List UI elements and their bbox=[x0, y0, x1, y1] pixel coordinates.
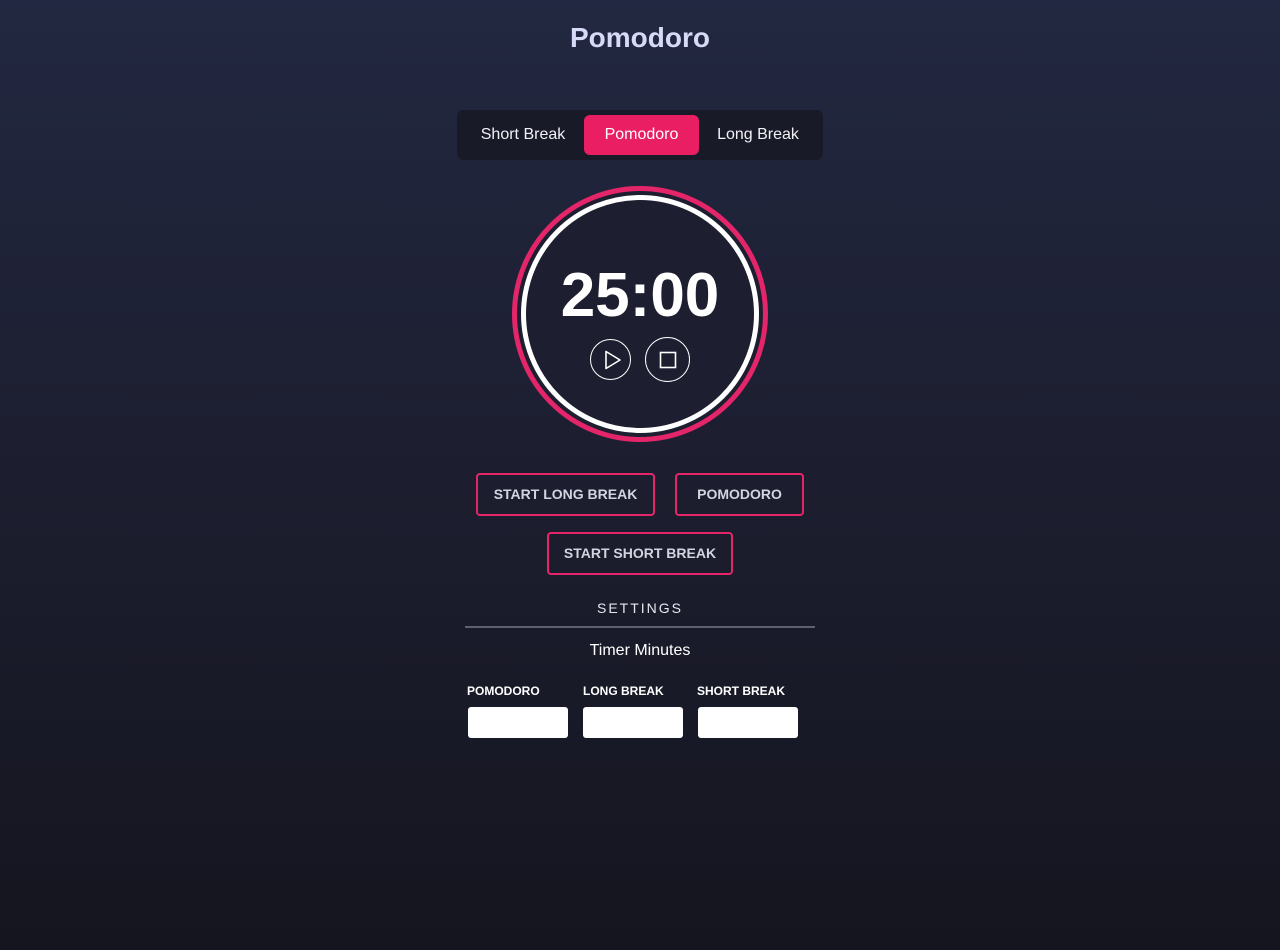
timer-minutes-label: Timer Minutes bbox=[589, 642, 691, 659]
long-break-minutes-label: LONG BREAK bbox=[583, 684, 664, 698]
short-break-minutes-input[interactable] bbox=[698, 707, 798, 738]
start-short-break-button[interactable]: START SHORT BREAK bbox=[547, 532, 733, 575]
short-break-minutes-label: SHORT BREAK bbox=[697, 684, 786, 698]
stop-button[interactable] bbox=[645, 337, 690, 382]
tab-pomodoro[interactable]: Pomodoro bbox=[584, 115, 699, 155]
timer-display: 25:00 bbox=[560, 261, 720, 330]
mode-tabs: Short Break Pomodoro Long Break bbox=[457, 110, 823, 160]
start-long-break-button[interactable]: START LONG BREAK bbox=[476, 473, 655, 516]
tab-short-break[interactable]: Short Break bbox=[469, 115, 577, 155]
settings-divider bbox=[465, 626, 815, 628]
settings-heading: SETTINGS bbox=[596, 600, 683, 616]
play-icon bbox=[605, 350, 621, 370]
timer-ring: 25:00 bbox=[512, 186, 768, 442]
play-button[interactable] bbox=[590, 339, 631, 380]
pomodoro-minutes-input[interactable] bbox=[468, 707, 568, 738]
pomodoro-button[interactable]: POMODORO bbox=[675, 473, 804, 516]
tab-long-break[interactable]: Long Break bbox=[707, 115, 809, 155]
pomodoro-minutes-label: POMODORO bbox=[467, 684, 540, 698]
stop-icon bbox=[659, 351, 677, 369]
app-title: Pomodoro bbox=[570, 22, 710, 53]
long-break-minutes-input[interactable] bbox=[583, 707, 683, 738]
